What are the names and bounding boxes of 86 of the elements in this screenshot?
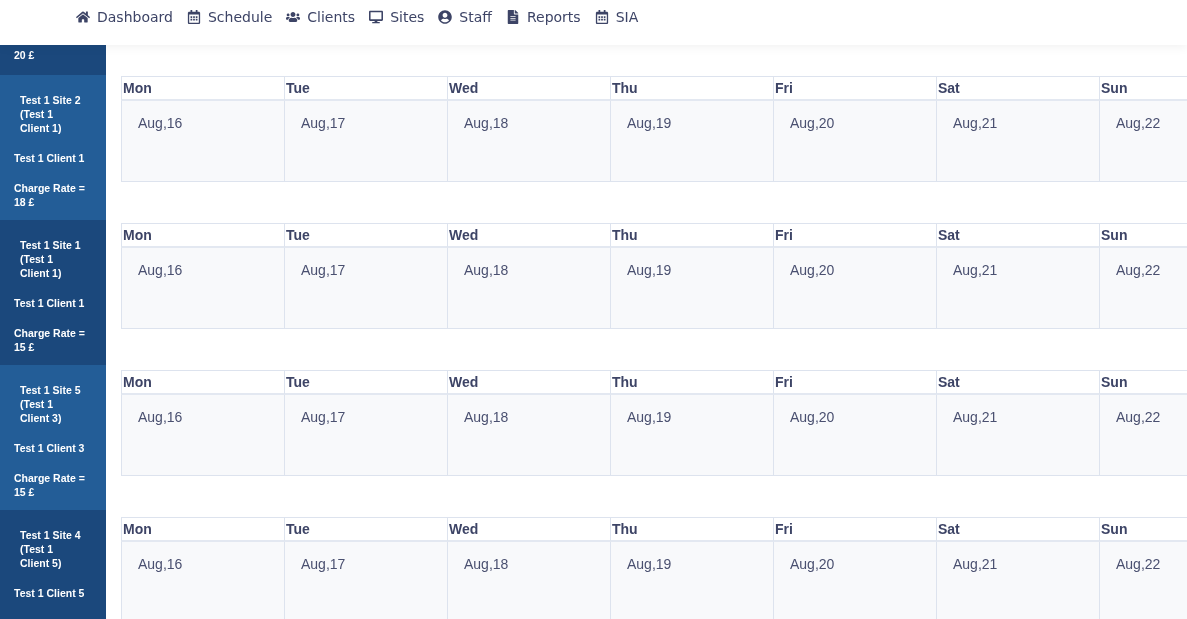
day-cell[interactable]: Aug,19 <box>610 542 773 619</box>
day-header: Mon <box>121 224 284 248</box>
day-header: Wed <box>447 224 610 248</box>
day-header: Tue <box>284 224 447 248</box>
charge-rate: Charge Rate = 15 £ <box>14 326 86 354</box>
day-cell[interactable]: Aug,20 <box>773 101 936 181</box>
day-cell[interactable]: Aug,22 <box>1099 542 1187 619</box>
day-cell[interactable]: Aug,16 <box>121 248 284 328</box>
calendar-icon <box>186 9 201 24</box>
day-header: Sat <box>936 224 1099 248</box>
day-cell[interactable]: Aug,20 <box>773 248 936 328</box>
day-cell[interactable]: Aug,16 <box>121 542 284 619</box>
day-header: Wed <box>447 371 610 395</box>
day-cell[interactable]: Aug,19 <box>610 395 773 475</box>
day-header: Thu <box>610 77 773 101</box>
nav-link[interactable]: SIA <box>594 8 639 37</box>
day-header: Sun <box>1099 518 1187 542</box>
nav-link[interactable]: Reports <box>505 8 581 37</box>
day-header: Sun <box>1099 224 1187 248</box>
day-header: Fri <box>773 371 936 395</box>
day-cell[interactable]: Aug,21 <box>936 395 1099 475</box>
day-cell[interactable]: Aug,17 <box>284 395 447 475</box>
day-cell[interactable]: Aug,18 <box>447 542 610 619</box>
day-cell[interactable]: Aug,21 <box>936 542 1099 619</box>
monitor-icon <box>369 9 384 24</box>
day-header: Sat <box>936 371 1099 395</box>
site-name: Test 1 Site 1 (Test 1 Client 1) <box>20 238 82 280</box>
site-panel[interactable]: Test 1 Site 4 (Test 1 Client 5) Test 1 Client 5 <box>0 510 106 619</box>
users-icon <box>286 9 301 24</box>
charge-rate: 20 £ <box>14 48 36 62</box>
site-panel[interactable]: Test 1 Site 5 (Test 1 Client 3) Test 1 Client 3 Charge Rate = 15 £ <box>0 365 106 510</box>
day-header: Sun <box>1099 77 1187 101</box>
day-cell[interactable]: Aug,21 <box>936 101 1099 181</box>
charge-rate: Charge Rate = 15 £ <box>14 471 86 499</box>
day-header: Sat <box>936 518 1099 542</box>
site-panel[interactable]: Test 1 Site 2 (Test 1 Client 1) Test 1 Client 1 Charge Rate = 18 £ <box>0 75 106 220</box>
day-header: Wed <box>447 77 610 101</box>
day-cell[interactable]: Aug,20 <box>773 395 936 475</box>
nav-link[interactable]: Staff <box>438 8 492 37</box>
nav-link[interactable]: Clients <box>286 8 356 37</box>
site-name: Test 1 Site 2 (Test 1 Client 1) <box>20 93 82 135</box>
day-cell[interactable]: Aug,17 <box>284 248 447 328</box>
site-name: Test 1 Site 4 (Test 1 Client 5) <box>20 528 82 570</box>
day-header: Tue <box>284 371 447 395</box>
site-panel[interactable]: 20 £ <box>0 45 106 75</box>
day-header: Tue <box>284 518 447 542</box>
client-name: Test 1 Client 5 <box>14 586 86 600</box>
site-panel[interactable]: Test 1 Site 1 (Test 1 Client 1) Test 1 Client 1 Charge Rate = 15 £ <box>0 220 106 365</box>
day-header: Mon <box>121 371 284 395</box>
day-header: Fri <box>773 224 936 248</box>
charge-rate: Charge Rate = 18 £ <box>14 181 86 209</box>
nav-link[interactable]: Schedule <box>186 8 273 37</box>
day-header: Sun <box>1099 371 1187 395</box>
nav-link[interactable]: Dashboard <box>76 8 173 37</box>
day-header: Tue <box>284 77 447 101</box>
day-cell[interactable]: Aug,18 <box>447 248 610 328</box>
day-header: Mon <box>121 518 284 542</box>
home-icon <box>76 9 90 24</box>
day-cell[interactable]: Aug,22 <box>1099 395 1187 475</box>
client-name: Test 1 Client 1 <box>14 151 86 165</box>
day-header: Sat <box>936 77 1099 101</box>
day-cell[interactable]: Aug,19 <box>610 248 773 328</box>
day-cell[interactable]: Aug,18 <box>447 395 610 475</box>
client-name: Test 1 Client 1 <box>14 296 86 310</box>
nav-link[interactable]: Sites <box>369 8 425 37</box>
client-name: Test 1 Client 3 <box>14 441 86 455</box>
day-cell[interactable]: Aug,21 <box>936 248 1099 328</box>
day-header: Thu <box>610 518 773 542</box>
day-cell[interactable]: Aug,16 <box>121 395 284 475</box>
day-cell[interactable]: Aug,16 <box>121 101 284 181</box>
day-cell[interactable]: Aug,22 <box>1099 101 1187 181</box>
day-header: Wed <box>447 518 610 542</box>
day-header: Mon <box>121 77 284 101</box>
calendar-icon <box>594 9 609 24</box>
site-name: Test 1 Site 5 (Test 1 Client 3) <box>20 383 82 425</box>
day-cell[interactable]: Aug,22 <box>1099 248 1187 328</box>
document-icon <box>505 9 520 24</box>
day-header: Thu <box>610 371 773 395</box>
day-cell[interactable]: Aug,18 <box>447 101 610 181</box>
day-header: Fri <box>773 518 936 542</box>
day-cell[interactable]: Aug,19 <box>610 101 773 181</box>
day-header: Fri <box>773 77 936 101</box>
day-cell[interactable]: Aug,20 <box>773 542 936 619</box>
day-cell[interactable]: Aug,17 <box>284 101 447 181</box>
day-header: Thu <box>610 224 773 248</box>
day-cell[interactable]: Aug,17 <box>284 542 447 619</box>
